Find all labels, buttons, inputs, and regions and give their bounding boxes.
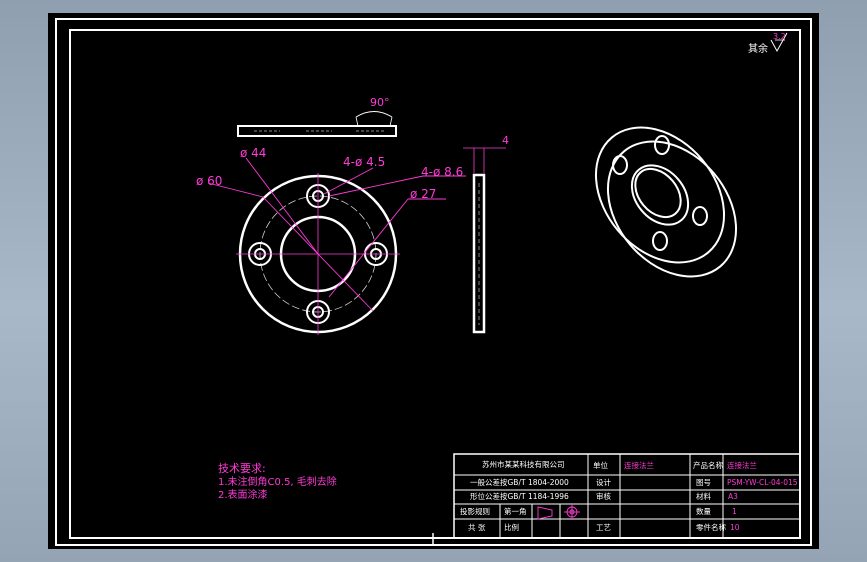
tb-part-name-label: 零件名称 (696, 522, 726, 532)
tb-material-label: 材料 (696, 491, 711, 501)
tb-design-label: 设计 (596, 477, 611, 487)
bolt-circle-dim: ø 44 (240, 146, 266, 160)
tb-company: 苏州市某某科技有限公司 (482, 459, 565, 469)
side-view: 4 (463, 134, 509, 334)
tb-drawing-no-label: 图号 (696, 478, 711, 487)
tb-drawing-no-value: PSM-YW-CL-04-015 (727, 478, 798, 487)
tb-quantity-value: 1 (732, 507, 737, 516)
tech-req-title: 技术要求: (218, 462, 266, 475)
tb-process-value: 10 (730, 523, 740, 532)
tb-tolerance-2: 形位公差按GB/T 1184-1996 (470, 491, 569, 501)
tb-projection-value: 第一角 (504, 506, 527, 516)
tb-check-label: 审核 (596, 491, 611, 501)
roughness-label: 其余 (748, 42, 768, 55)
isometric-view (594, 126, 738, 278)
inner-diameter-dim: ø 27 (410, 187, 436, 201)
thickness-dim: 4 (502, 134, 509, 147)
roughness-symbol: 其余 3.2 (748, 32, 788, 55)
tb-scale-cell: 共 张 (468, 523, 486, 532)
top-view: 90° (237, 96, 397, 137)
tb-material-value: A3 (728, 492, 738, 501)
cad-drawing: 其余 3.2 90° ø 60 ø 44 4-ø 4.5 4-ø 8.6 ø 2… (55, 18, 812, 546)
tb-unit-label: 单位 (593, 460, 608, 470)
tech-req-item-1: 1.未注倒角C0.5, 毛刺去除 (218, 475, 337, 488)
tb-quantity-label: 数量 (696, 506, 711, 516)
tb-tolerance-1: 一般公差按GB/T 1804-2000 (470, 477, 569, 487)
tb-product-label: 产品名称 (693, 460, 723, 470)
angle-dimension: 90° (370, 96, 390, 109)
outer-diameter-dim: ø 60 (196, 174, 222, 188)
tb-part-name-value: 连接法兰 (727, 460, 757, 470)
tech-req-item-2: 2.表面涂漆 (218, 488, 268, 501)
tb-scale-label: 比例 (504, 522, 519, 532)
roughness-value: 3.2 (773, 32, 786, 41)
title-block: 苏州市某某科技有限公司 一般公差按GB/T 1804-2000 形位公差按GB/… (453, 453, 801, 539)
technical-requirements: 技术要求: 1.未注倒角C0.5, 毛刺去除 2.表面涂漆 (218, 462, 337, 501)
counterbore-dim: 4-ø 8.6 (421, 165, 463, 179)
projection-symbol (537, 504, 580, 520)
front-view: ø 60 ø 44 4-ø 4.5 4-ø 8.6 ø 27 (196, 146, 466, 335)
small-holes-dim: 4-ø 4.5 (343, 155, 385, 169)
tb-projection-label: 投影规则 (460, 506, 490, 516)
tb-product-value: 连接法兰 (624, 460, 654, 470)
drawing-viewport: 其余 3.2 90° ø 60 ø 44 4-ø 4.5 4-ø 8.6 ø 2… (48, 13, 819, 549)
tb-process-label: 工艺 (596, 523, 611, 532)
